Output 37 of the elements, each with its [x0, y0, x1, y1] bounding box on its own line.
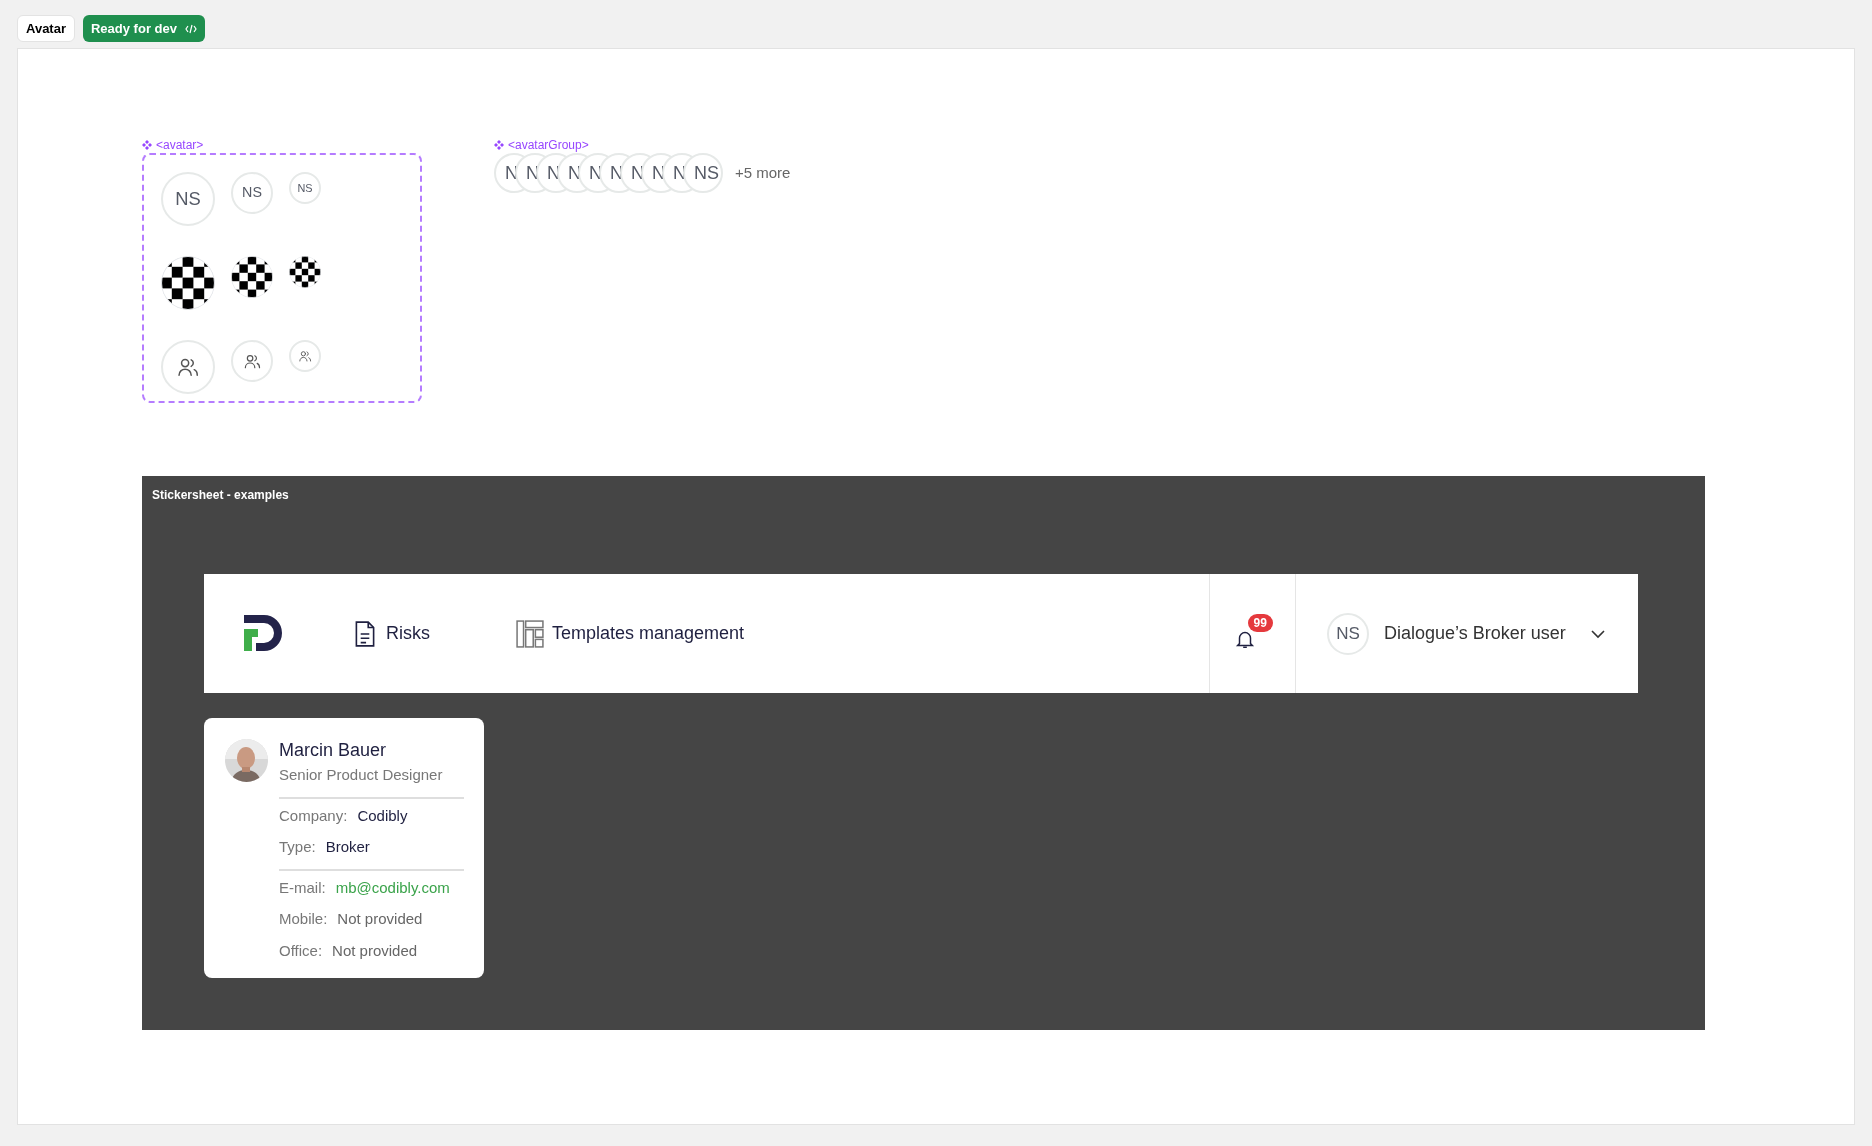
checkerboard-avatar-icon — [231, 256, 273, 298]
nav-link[interactable]: Templates management — [516, 619, 745, 648]
field-label: Mobile: — [279, 909, 328, 929]
notifications-button[interactable]: 99 — [1227, 611, 1278, 656]
panel-title: Stickersheet - examples — [152, 487, 290, 504]
component-label: <avatar> — [156, 137, 204, 154]
field-label: Office: — [279, 940, 323, 961]
initials-avatar: NS — [231, 172, 273, 214]
component-icon — [494, 140, 504, 150]
field-value: Broker — [325, 837, 370, 857]
component-icon — [142, 140, 152, 150]
checkerboard-avatar-icon — [161, 256, 215, 310]
nav-link[interactable]: Risks — [352, 619, 430, 648]
checkerboard-avatar-icon — [289, 256, 321, 288]
initials-avatar: NS — [289, 172, 321, 204]
code-icon — [184, 23, 197, 34]
job-title: Senior Product Designer — [279, 765, 444, 785]
overflow-count: +5 more — [735, 162, 791, 183]
person-name: Marcin Bauer — [279, 739, 388, 761]
field-value: Not provided — [332, 940, 418, 961]
layout-icon — [516, 619, 544, 648]
field-label: Company: — [279, 805, 348, 826]
users-icon — [297, 348, 313, 364]
user-name: Dialogue’s Broker user — [1384, 622, 1566, 645]
field-value: Not provided — [337, 909, 423, 929]
field-label: Type: — [279, 837, 316, 857]
field-value: Codibly — [357, 805, 408, 826]
initials-avatar: NS — [161, 172, 215, 226]
initials-avatar: NS — [683, 153, 723, 193]
status-tag: Ready for dev — [83, 15, 205, 42]
component-label: <avatarGroup> — [508, 137, 589, 154]
user-menu[interactable]: NS Dialogue’s Broker user — [1295, 574, 1638, 693]
component-tag: Avatar — [17, 15, 75, 42]
chevron-down-icon — [1589, 628, 1606, 639]
initials-avatar: NS — [1327, 612, 1369, 655]
field-label: E-mail: — [279, 877, 326, 898]
notification-badge: 99 — [1247, 613, 1273, 632]
